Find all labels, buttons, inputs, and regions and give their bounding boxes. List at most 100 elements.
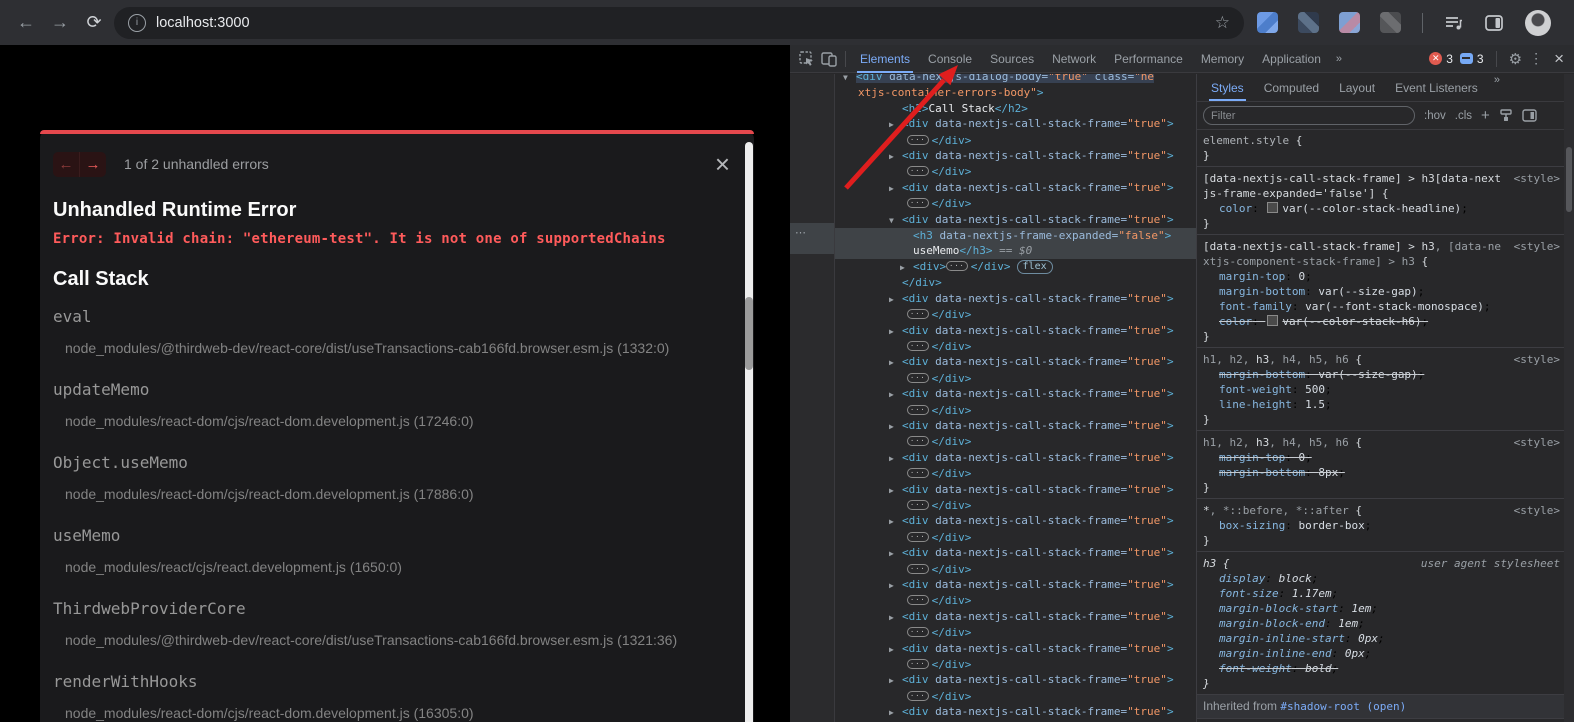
dom-tree-node[interactable]: ···</div>: [835, 403, 1196, 418]
dom-tree-node[interactable]: ···</div>: [835, 466, 1196, 481]
styles-scrollbar-thumb[interactable]: [1566, 147, 1572, 212]
class-toggle[interactable]: .cls: [1455, 110, 1472, 122]
expand-arrow-icon[interactable]: ▶: [889, 324, 902, 339]
tab-performance[interactable]: Performance: [1105, 45, 1192, 73]
style-rule[interactable]: <style>h1, h2, h3, h4, h5, h6 {margin-bo…: [1197, 348, 1564, 431]
browser-menu-icon[interactable]: ⋮: [1569, 13, 1574, 33]
rule-selector[interactable]: element.style {: [1203, 133, 1503, 148]
frame-name[interactable]: renderWithHooks: [53, 672, 712, 692]
dom-tree-node[interactable]: ▶<div data-nextjs-call-stack-frame="true…: [835, 704, 1196, 720]
tab-application[interactable]: Application: [1253, 45, 1330, 73]
css-property[interactable]: line-height: 1.5;: [1203, 397, 1558, 412]
ellipsis-icon[interactable]: ···: [907, 691, 929, 701]
dom-tree-node[interactable]: </div>: [835, 275, 1196, 290]
expand-arrow-icon[interactable]: ▶: [889, 578, 902, 593]
css-property[interactable]: box-sizing: border-box;: [1203, 518, 1558, 533]
css-property[interactable]: margin-bottom: 8px;: [1203, 465, 1558, 480]
ellipsis-icon[interactable]: ···: [907, 595, 929, 605]
rule-selector[interactable]: *, *::before, *::after {: [1203, 503, 1503, 518]
profile-avatar[interactable]: [1525, 10, 1551, 36]
expand-arrow-icon[interactable]: ▶: [889, 610, 902, 625]
expand-arrow-icon[interactable]: ▶: [889, 117, 902, 132]
dom-tree-node[interactable]: ···</div>: [835, 196, 1196, 211]
dom-tree-node[interactable]: ···</div>: [835, 625, 1196, 640]
css-property[interactable]: margin-inline-end: 0px;: [1203, 646, 1558, 661]
dom-tree-node[interactable]: ···</div>: [835, 562, 1196, 577]
css-property[interactable]: margin-inline-start: 0px;: [1203, 631, 1558, 646]
style-rule[interactable]: user agent stylesheeth3 {display: block;…: [1197, 552, 1564, 695]
ellipsis-icon[interactable]: ···: [907, 341, 929, 351]
dom-tree-node[interactable]: <h2>Call Stack</h2>: [835, 101, 1196, 116]
styles-scrollbar[interactable]: [1564, 74, 1574, 722]
css-property[interactable]: color: var(--color-stack-h6);: [1203, 314, 1558, 329]
dom-tree-node[interactable]: ···</div>: [835, 307, 1196, 322]
dom-tree-node[interactable]: ▶<div data-nextjs-call-stack-frame="true…: [835, 482, 1196, 498]
expand-arrow-icon[interactable]: ▶: [889, 292, 902, 307]
style-rule[interactable]: <style> [data-nextjs-call-stack-frame] > …: [1197, 235, 1564, 348]
css-property[interactable]: font-weight: 500;: [1203, 382, 1558, 397]
dom-tree-node[interactable]: ▼<div data-nextjs-dialog-body="true" cla…: [835, 74, 1196, 85]
dom-tree-node[interactable]: ▶<div data-nextjs-call-stack-frame="true…: [835, 354, 1196, 370]
style-rule[interactable]: <style> *, *::before, *::after {box-sizin…: [1197, 499, 1564, 552]
next-error-button[interactable]: →: [79, 152, 106, 177]
shadow-root-link[interactable]: #shadow-root (open): [1280, 700, 1406, 713]
dom-tree-node[interactable]: ···</div>: [835, 530, 1196, 545]
styles-filter-input[interactable]: [1203, 106, 1415, 125]
dom-tree-node[interactable]: ···</div>: [835, 657, 1196, 672]
ellipsis-icon[interactable]: ···: [907, 309, 929, 319]
frame-name[interactable]: eval: [53, 307, 712, 327]
inspect-element-icon[interactable]: [796, 49, 818, 69]
expand-arrow-icon[interactable]: ▶: [889, 546, 902, 561]
dialog-scrollbar-thumb[interactable]: [745, 297, 753, 370]
style-rule[interactable]: <style>h1, h2, h3, h4, h5, h6 {margin-to…: [1197, 431, 1564, 499]
extension-icon-1[interactable]: [1257, 12, 1278, 33]
ellipsis-icon[interactable]: ···: [907, 166, 929, 176]
devtools-menu-icon[interactable]: ⋮: [1529, 50, 1543, 67]
dom-tree-node[interactable]: ···</div>: [835, 593, 1196, 608]
expand-arrow-icon[interactable]: ▶: [889, 514, 902, 529]
styles-tab-styles[interactable]: Styles: [1201, 74, 1254, 101]
tab-network[interactable]: Network: [1043, 45, 1105, 73]
css-property[interactable]: margin-top: 0;: [1203, 269, 1558, 284]
styles-tab-layout[interactable]: Layout: [1329, 74, 1385, 101]
dom-tree-node[interactable]: ▶<div data-nextjs-call-stack-frame="true…: [835, 577, 1196, 593]
expand-arrow-icon[interactable]: ▶: [889, 149, 902, 164]
expand-arrow-icon[interactable]: ▶: [889, 451, 902, 466]
rule-origin-link[interactable]: <style>: [1514, 503, 1560, 518]
dom-tree-node[interactable]: ▶<div data-nextjs-call-stack-frame="true…: [835, 418, 1196, 434]
css-property[interactable]: font-weight: bold;: [1203, 661, 1558, 676]
css-property[interactable]: margin-block-end: 1em;: [1203, 616, 1558, 631]
styles-tab-event-listeners[interactable]: Event Listeners: [1385, 74, 1488, 101]
expand-arrow-icon[interactable]: ▶: [889, 705, 902, 720]
ellipsis-icon[interactable]: ···: [907, 198, 929, 208]
rendering-emulation-icon[interactable]: [1499, 109, 1513, 122]
css-property[interactable]: margin-bottom: var(--size-gap);: [1203, 284, 1558, 299]
styles-tab-computed[interactable]: Computed: [1254, 74, 1329, 101]
dom-tree-node[interactable]: ···</div>: [835, 689, 1196, 704]
css-property[interactable]: margin-block-start: 1em;: [1203, 601, 1558, 616]
frame-name[interactable]: Object.useMemo: [53, 453, 712, 473]
expand-arrow-icon[interactable]: ▶: [889, 673, 902, 688]
tab-sources[interactable]: Sources: [981, 45, 1043, 73]
expand-arrow-icon[interactable]: ▶: [889, 419, 902, 434]
dialog-scrollbar[interactable]: [745, 142, 753, 722]
url-text[interactable]: localhost:3000: [156, 15, 1205, 31]
new-style-rule-icon[interactable]: +: [1481, 111, 1490, 121]
dom-tree-node[interactable]: ···</div>: [835, 371, 1196, 386]
css-property[interactable]: margin-bottom: var(--size-gap);: [1203, 367, 1558, 382]
side-panel-icon[interactable]: [1485, 15, 1503, 31]
issues-badge[interactable]: 3: [1460, 52, 1484, 66]
ellipsis-icon[interactable]: ···: [907, 135, 929, 145]
computed-sidebar-icon[interactable]: [1522, 109, 1537, 122]
console-errors-badge[interactable]: ✕ 3: [1429, 52, 1453, 66]
dom-tree-node[interactable]: ▶<div data-nextjs-call-stack-frame="true…: [835, 323, 1196, 339]
dom-tree-node[interactable]: ▶<div data-nextjs-call-stack-frame="true…: [835, 545, 1196, 561]
flex-badge[interactable]: flex: [1017, 260, 1053, 274]
ellipsis-icon[interactable]: ···: [946, 261, 968, 271]
rule-origin-link[interactable]: <style>: [1514, 239, 1560, 254]
rule-selector[interactable]: [data-nextjs-call-stack-frame] > h3, [da…: [1203, 239, 1503, 269]
media-playlist-icon[interactable]: [1445, 15, 1463, 31]
ellipsis-icon[interactable]: ···: [907, 500, 929, 510]
style-rule[interactable]: <style>[data-nextjs-call-stack-frame] > …: [1197, 167, 1564, 235]
expand-arrow-icon[interactable]: ▼: [889, 213, 902, 228]
